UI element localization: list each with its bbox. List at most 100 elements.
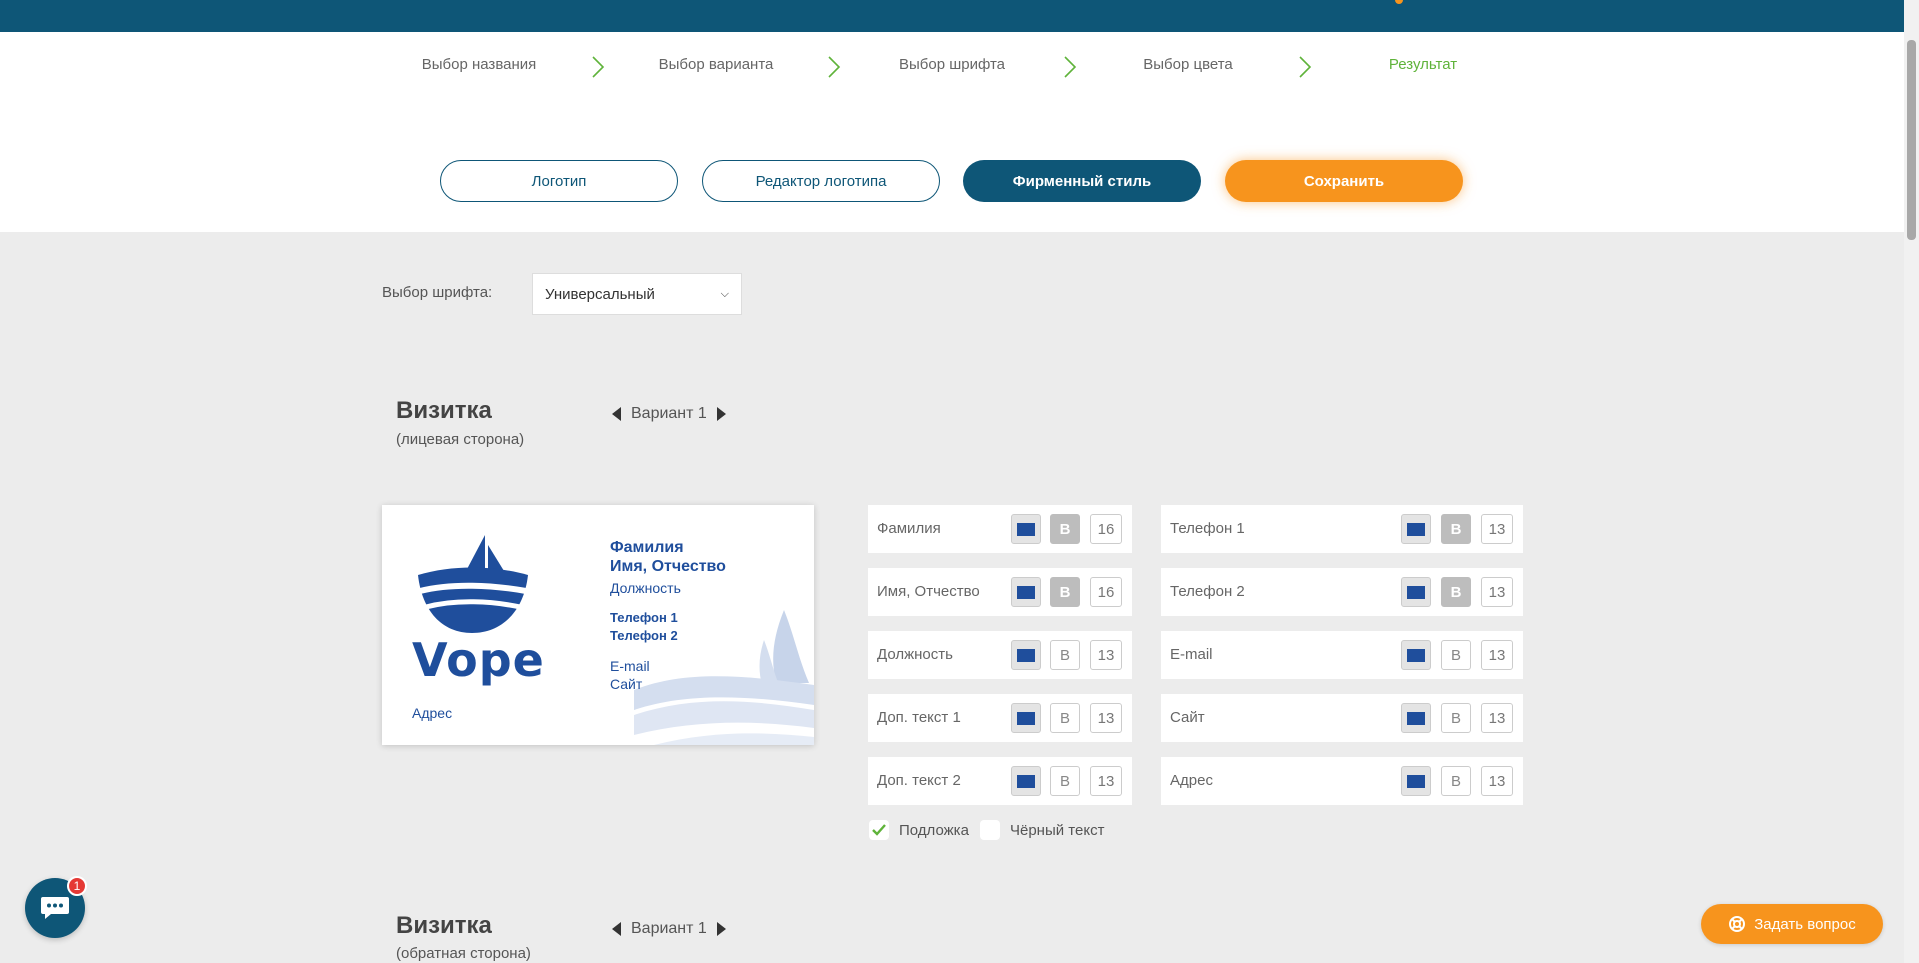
next-variant-icon[interactable]: [716, 922, 726, 936]
back-variant-label: Вариант 1: [631, 920, 707, 937]
color-picker-button[interactable]: [1011, 577, 1041, 607]
font-size-field[interactable]: 13: [1481, 577, 1513, 607]
field-row: Телефон 1 B 13: [1161, 505, 1523, 553]
black-text-checkbox[interactable]: Чёрный текст: [980, 820, 1104, 840]
logo-text: Vope: [412, 633, 545, 687]
font-size-field[interactable]: 13: [1090, 640, 1122, 670]
field-row: Доп. текст 2 B 13: [868, 757, 1132, 805]
black-text-label: Чёрный текст: [1010, 821, 1105, 839]
color-picker-button[interactable]: [1011, 514, 1041, 544]
chevron-right-icon: [592, 56, 605, 78]
prev-variant-icon[interactable]: [612, 407, 621, 421]
front-section-title: Визитка: [396, 397, 492, 424]
card-position: Должность: [610, 580, 681, 596]
color-picker-button[interactable]: [1011, 640, 1041, 670]
color-picker-button[interactable]: [1401, 514, 1431, 544]
field-label: Доп. текст 2: [877, 772, 961, 789]
field-label: Имя, Отчество: [877, 583, 980, 600]
color-picker-button[interactable]: [1401, 577, 1431, 607]
front-section-subtitle: (лицевая сторона): [396, 431, 525, 448]
ask-question-button[interactable]: Задать вопрос: [1701, 904, 1883, 944]
font-size-field[interactable]: 16: [1090, 514, 1122, 544]
lifebuoy-icon: [1729, 916, 1746, 932]
tab-logo-button[interactable]: Логотип: [440, 160, 678, 202]
field-label: E-mail: [1170, 646, 1213, 663]
font-size-field[interactable]: 13: [1090, 766, 1122, 796]
wizard-steps: Выбор названия Выбор варианта Выбор шриф…: [0, 56, 1904, 80]
field-row: Адрес B 13: [1161, 757, 1523, 805]
underlay-checkbox[interactable]: Подложка: [869, 820, 969, 840]
field-row: E-mail B 13: [1161, 631, 1523, 679]
font-size-field[interactable]: 13: [1481, 514, 1513, 544]
chevron-right-icon: [1299, 56, 1312, 78]
checkbox-empty-icon[interactable]: [980, 820, 1000, 840]
field-row: Телефон 2 B 13: [1161, 568, 1523, 616]
next-variant-icon[interactable]: [716, 407, 726, 421]
ask-question-label: Задать вопрос: [1754, 915, 1856, 933]
field-row: Сайт B 13: [1161, 694, 1523, 742]
font-size-field[interactable]: 13: [1481, 703, 1513, 733]
font-size-field[interactable]: 13: [1481, 766, 1513, 796]
card-site: Сайт: [610, 676, 643, 692]
bold-toggle[interactable]: B: [1441, 514, 1471, 544]
bold-toggle[interactable]: B: [1441, 766, 1471, 796]
chevron-right-icon: [1064, 56, 1077, 78]
vertical-scrollbar[interactable]: [1904, 0, 1919, 963]
field-row: Фамилия B 16: [868, 505, 1132, 553]
color-picker-button[interactable]: [1011, 703, 1041, 733]
color-swatch: [1017, 648, 1035, 662]
tab-logo-editor-button[interactable]: Редактор логотипа: [702, 160, 940, 202]
field-row: Имя, Отчество B 16: [868, 568, 1132, 616]
card-name: Имя, Отчество: [610, 558, 726, 575]
color-swatch: [1407, 648, 1425, 662]
save-button[interactable]: Сохранить: [1225, 160, 1463, 202]
bold-toggle[interactable]: B: [1441, 577, 1471, 607]
back-variant-switcher: Вариант 1: [612, 919, 726, 939]
font-size-field[interactable]: 13: [1090, 703, 1122, 733]
field-label: Сайт: [1170, 709, 1205, 726]
bold-toggle[interactable]: B: [1050, 577, 1080, 607]
font-select-value: Универсальный: [545, 285, 655, 303]
front-variant-switcher: Вариант 1: [612, 404, 726, 424]
bold-toggle[interactable]: B: [1050, 514, 1080, 544]
field-label: Телефон 1: [1170, 520, 1245, 537]
underlay-label: Подложка: [899, 821, 969, 839]
step-result[interactable]: Результат: [1389, 56, 1457, 73]
tab-brand-style-button[interactable]: Фирменный стиль: [963, 160, 1201, 202]
font-size-field[interactable]: 13: [1481, 640, 1513, 670]
color-swatch: [1017, 522, 1035, 536]
scrollbar-thumb[interactable]: [1907, 40, 1916, 240]
bold-toggle[interactable]: B: [1050, 703, 1080, 733]
checkmark-icon[interactable]: [869, 820, 889, 840]
color-picker-button[interactable]: [1401, 703, 1431, 733]
font-size-field[interactable]: 16: [1090, 577, 1122, 607]
color-swatch: [1407, 522, 1425, 536]
step-color-choice[interactable]: Выбор цвета: [1143, 56, 1233, 73]
card-address: Адрес: [412, 705, 453, 721]
color-swatch: [1407, 711, 1425, 725]
bold-toggle[interactable]: B: [1441, 703, 1471, 733]
field-label: Фамилия: [877, 520, 941, 537]
field-label: Адрес: [1170, 772, 1213, 789]
step-name-choice[interactable]: Выбор названия: [422, 56, 537, 73]
field-row: Доп. текст 1 B 13: [868, 694, 1132, 742]
bold-toggle[interactable]: B: [1050, 640, 1080, 670]
color-swatch: [1407, 585, 1425, 599]
color-picker-button[interactable]: [1011, 766, 1041, 796]
bold-toggle[interactable]: B: [1050, 766, 1080, 796]
header-accent-dot: [1395, 0, 1403, 4]
color-picker-button[interactable]: [1401, 640, 1431, 670]
step-variant-choice[interactable]: Выбор варианта: [659, 56, 774, 73]
field-label: Должность: [877, 646, 953, 663]
font-select-dropdown[interactable]: Универсальный ⌵: [532, 273, 742, 315]
color-picker-button[interactable]: [1401, 766, 1431, 796]
field-label: Телефон 2: [1170, 583, 1245, 600]
chat-widget-button[interactable]: 1: [25, 876, 87, 938]
bold-toggle[interactable]: B: [1441, 640, 1471, 670]
field-label: Доп. текст 1: [877, 709, 961, 726]
card-phone1: Телефон 1: [610, 610, 678, 625]
back-section-title: Визитка: [396, 912, 492, 939]
card-phone2: Телефон 2: [610, 628, 678, 643]
step-font-choice[interactable]: Выбор шрифта: [899, 56, 1005, 73]
prev-variant-icon[interactable]: [612, 922, 621, 936]
